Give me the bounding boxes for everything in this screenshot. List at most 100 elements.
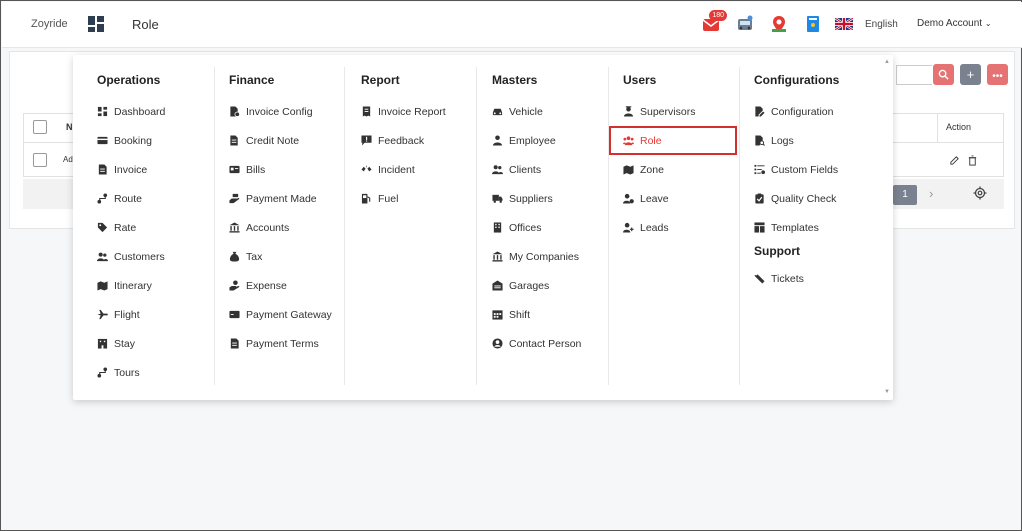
menu-item-label: Quality Check — [771, 192, 837, 205]
menu-item-label: Accounts — [246, 221, 290, 234]
language-selector[interactable]: English — [835, 18, 898, 30]
bus-stop-icon[interactable] — [736, 15, 754, 33]
current-page-button[interactable]: 1 — [893, 185, 917, 205]
menu-item-shift[interactable]: Shift — [492, 300, 608, 329]
menu-item-label: Tours — [114, 366, 140, 379]
menu-item-clients[interactable]: Clients — [492, 155, 608, 184]
route-icon — [97, 193, 108, 204]
mega-menu: Operations Dashboard Booking Invoice Rou… — [73, 55, 893, 400]
user-tie-icon — [492, 135, 503, 146]
menu-item-zone[interactable]: Zone — [623, 155, 739, 184]
menu-item-invoice[interactable]: Invoice — [97, 155, 214, 184]
menu-item-label: Itinerary — [114, 279, 152, 292]
menu-item-leads[interactable]: Leads — [623, 213, 739, 242]
menu-item-label: Feedback — [378, 134, 425, 147]
more-options-button[interactable]: ••• — [987, 64, 1008, 85]
tag-icon — [97, 222, 108, 233]
brand-name[interactable]: Zoyride — [31, 18, 68, 30]
menu-item-label: Flight — [114, 308, 140, 321]
row-checkbox[interactable] — [33, 153, 47, 167]
plus-icon: + — [966, 67, 975, 82]
apps-grid-icon[interactable] — [88, 16, 104, 32]
menu-column-configurations: Configurations Configuration Logs Custom… — [740, 67, 880, 385]
menu-item-feedback[interactable]: Feedback — [361, 126, 476, 155]
select-all-checkbox[interactable] — [33, 120, 47, 134]
column-title-operations: Operations — [97, 73, 161, 87]
menu-item-credit-note[interactable]: Credit Note — [229, 126, 344, 155]
menu-item-offices[interactable]: Offices — [492, 213, 608, 242]
money-bag-icon — [229, 251, 240, 262]
menu-item-accounts[interactable]: Accounts — [229, 213, 344, 242]
scroll-down-icon[interactable]: ▼ — [883, 389, 891, 395]
menu-item-fuel[interactable]: Fuel — [361, 184, 476, 213]
delete-icon[interactable] — [967, 153, 978, 171]
edit-icon[interactable] — [949, 153, 960, 171]
menu-item-expense[interactable]: Expense — [229, 271, 344, 300]
menu-column-masters: Masters Vehicle Employee Clients Supplie… — [477, 67, 609, 385]
menu-item-vehicle[interactable]: Vehicle — [492, 97, 608, 126]
column-title-support: Support — [754, 244, 800, 258]
column-title-masters: Masters — [492, 73, 538, 87]
menu-item-custom-fields[interactable]: Custom Fields — [754, 155, 880, 184]
user-circle-icon — [492, 338, 503, 349]
users-icon — [623, 136, 634, 146]
settings-gear-icon[interactable] — [973, 186, 987, 205]
gas-pump-icon — [361, 193, 371, 204]
menu-item-flight[interactable]: Flight — [97, 300, 214, 329]
user-plus-icon — [623, 222, 634, 233]
map-pin-icon[interactable] — [770, 15, 788, 33]
clipboard-check-icon — [755, 193, 764, 204]
notifications-icon[interactable]: 180 — [702, 10, 727, 33]
top-icons: 180 — [702, 10, 838, 33]
file-text-icon — [230, 338, 239, 349]
next-page-icon[interactable]: › — [929, 186, 933, 201]
menu-item-tickets[interactable]: Tickets — [754, 264, 880, 293]
menu-item-tours[interactable]: Tours — [97, 358, 214, 387]
guide-book-icon[interactable] — [804, 15, 822, 33]
menu-item-logs[interactable]: Logs — [754, 126, 880, 155]
menu-scrollbar[interactable]: ▲ ▼ — [883, 59, 891, 395]
menu-item-invoice-report[interactable]: Invoice Report — [361, 97, 476, 126]
column-title-report: Report — [361, 73, 400, 87]
language-label: English — [865, 18, 898, 30]
menu-item-my-companies[interactable]: My Companies — [492, 242, 608, 271]
action-header: Action — [946, 122, 972, 132]
menu-item-supervisors[interactable]: Supervisors — [623, 97, 739, 126]
menu-item-garages[interactable]: Garages — [492, 271, 608, 300]
users-icon — [97, 252, 108, 262]
menu-item-templates[interactable]: Templates — [754, 213, 880, 242]
add-button[interactable]: + — [960, 64, 981, 85]
menu-item-booking[interactable]: Booking — [97, 126, 214, 155]
truck-icon — [492, 194, 503, 203]
menu-item-customers[interactable]: Customers — [97, 242, 214, 271]
search-button[interactable] — [933, 64, 954, 85]
menu-item-role[interactable]: Role — [609, 126, 737, 155]
account-menu[interactable]: Demo Account ⌄ — [917, 18, 992, 29]
menu-item-payment-gateway[interactable]: Payment Gateway — [229, 300, 344, 329]
menu-item-incident[interactable]: Incident — [361, 155, 476, 184]
menu-item-route[interactable]: Route — [97, 184, 214, 213]
menu-item-payment-terms[interactable]: Payment Terms — [229, 329, 344, 358]
menu-item-quality-check[interactable]: Quality Check — [754, 184, 880, 213]
scroll-up-icon[interactable]: ▲ — [883, 59, 891, 65]
menu-item-rate[interactable]: Rate — [97, 213, 214, 242]
menu-item-stay[interactable]: Stay — [97, 329, 214, 358]
menu-item-dashboard[interactable]: Dashboard — [97, 97, 214, 126]
warehouse-icon — [492, 280, 503, 291]
menu-item-leave[interactable]: Leave — [623, 184, 739, 213]
menu-item-invoice-config[interactable]: Invoice Config — [229, 97, 344, 126]
search-input[interactable] — [896, 65, 932, 85]
menu-item-label: Booking — [114, 134, 152, 147]
menu-item-tax[interactable]: Tax — [229, 242, 344, 271]
menu-item-payment-made[interactable]: Payment Made — [229, 184, 344, 213]
menu-item-label: Shift — [509, 308, 531, 321]
menu-item-suppliers[interactable]: Suppliers — [492, 184, 608, 213]
account-label: Demo Account — [917, 18, 983, 29]
menu-item-itinerary[interactable]: Itinerary — [97, 271, 214, 300]
menu-item-bills[interactable]: Bills — [229, 155, 344, 184]
menu-item-contact-person[interactable]: Contact Person — [492, 329, 608, 358]
file-settings-icon — [230, 106, 240, 117]
menu-item-configuration[interactable]: Configuration — [754, 97, 880, 126]
ticket-icon — [754, 273, 765, 284]
menu-item-employee[interactable]: Employee — [492, 126, 608, 155]
